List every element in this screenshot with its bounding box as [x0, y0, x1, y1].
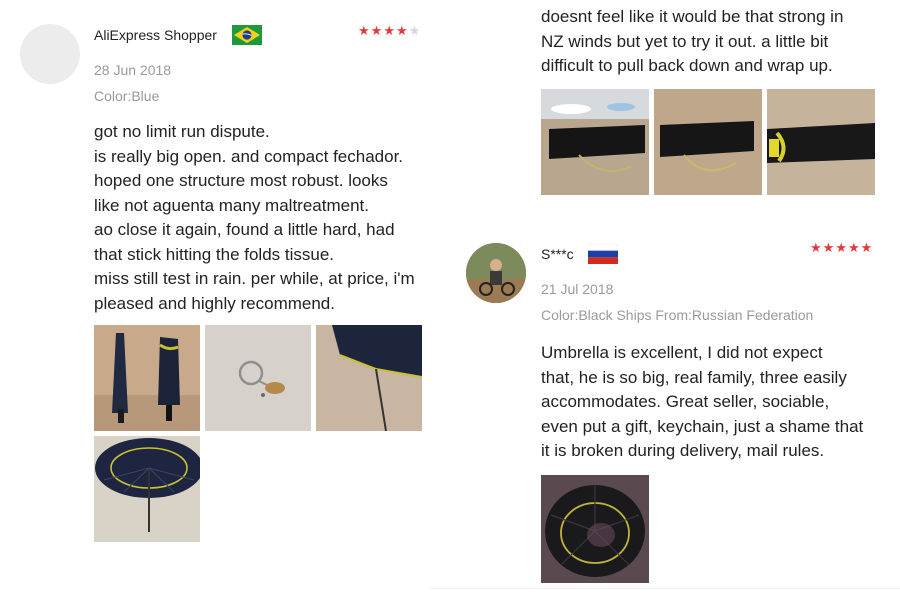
review-line: it is broken during delivery, mail rules…: [541, 441, 825, 460]
review-photo[interactable]: [205, 325, 311, 431]
review-line: NZ winds but yet to try it out. a little…: [541, 31, 829, 51]
star-icon: ★: [383, 23, 396, 38]
review-photo[interactable]: [316, 325, 422, 431]
review-line: doesnt feel like it would be that strong…: [541, 7, 844, 26]
review-photo[interactable]: [767, 89, 875, 195]
star-icon: ★: [395, 23, 409, 38]
review-text-continued: doesnt feel like it would be that strong…: [541, 5, 843, 79]
review-photo[interactable]: [94, 325, 200, 431]
review-photo[interactable]: [541, 89, 649, 195]
review-text: Umbrella is excellent, I did not expect …: [541, 341, 863, 464]
review-photo[interactable]: [541, 475, 649, 583]
review-text: got no limit run dispute. is really big …: [94, 120, 415, 316]
review-line: Umbrella is excellent, I did not expect: [541, 343, 823, 362]
rating-stars: ★★★★★: [358, 23, 421, 39]
product-attributes: Color:Blue: [94, 88, 160, 104]
review-line: even put a gift, keychain, just a shame …: [541, 416, 864, 436]
star-icon: ★: [408, 23, 422, 38]
star-icon: ★: [860, 240, 874, 255]
review-card-left: AliExpress Shopper ★★★★★ 28 Jun 2018 Col…: [0, 0, 440, 608]
review-line: got no limit run dispute.: [94, 122, 270, 141]
reviewer-avatar: [20, 24, 80, 84]
brazil-flag-icon: [232, 25, 262, 50]
review-line: hoped one structure most robust. looks: [94, 171, 388, 190]
review-photo[interactable]: [654, 89, 762, 195]
review-date: 28 Jun 2018: [94, 62, 172, 78]
review-line: that stick hitting the folds tissue.: [94, 244, 335, 264]
star-icon: ★: [847, 240, 861, 255]
review-card-right: doesnt feel like it would be that strong…: [440, 0, 900, 608]
reviewer-name: AliExpress Shopper: [94, 27, 217, 43]
review-line: difficult to pull back down and wrap up.: [541, 56, 833, 75]
product-attributes: Color:Black Ships From:Russian Federatio…: [541, 307, 814, 323]
review-line: ao close it again, found a little hard, …: [94, 220, 395, 239]
star-icon: ★: [822, 240, 836, 255]
star-icon: ★: [358, 23, 371, 38]
review-line: accommodates. Great seller, sociable,: [541, 392, 830, 411]
reviewer-name: S***c: [541, 246, 574, 262]
review-line: miss still test in rain. per while, at p…: [94, 269, 415, 288]
review-line: is really big open. and compact fechador…: [94, 146, 404, 166]
star-icon: ★: [810, 240, 823, 255]
reviewer-avatar: [466, 243, 526, 303]
review-line: that, he is so big, real family, three e…: [541, 367, 847, 387]
russia-flag-icon: [587, 243, 619, 269]
rating-stars: ★★★★★: [810, 240, 873, 256]
star-icon: ★: [835, 240, 848, 255]
star-icon: ★: [370, 23, 384, 38]
divider: [430, 588, 900, 589]
review-line: pleased and highly recommend.: [94, 293, 335, 313]
review-line: like not aguenta many maltreatment.: [94, 195, 369, 215]
review-photo[interactable]: [94, 436, 200, 542]
review-date: 21 Jul 2018: [541, 281, 614, 297]
